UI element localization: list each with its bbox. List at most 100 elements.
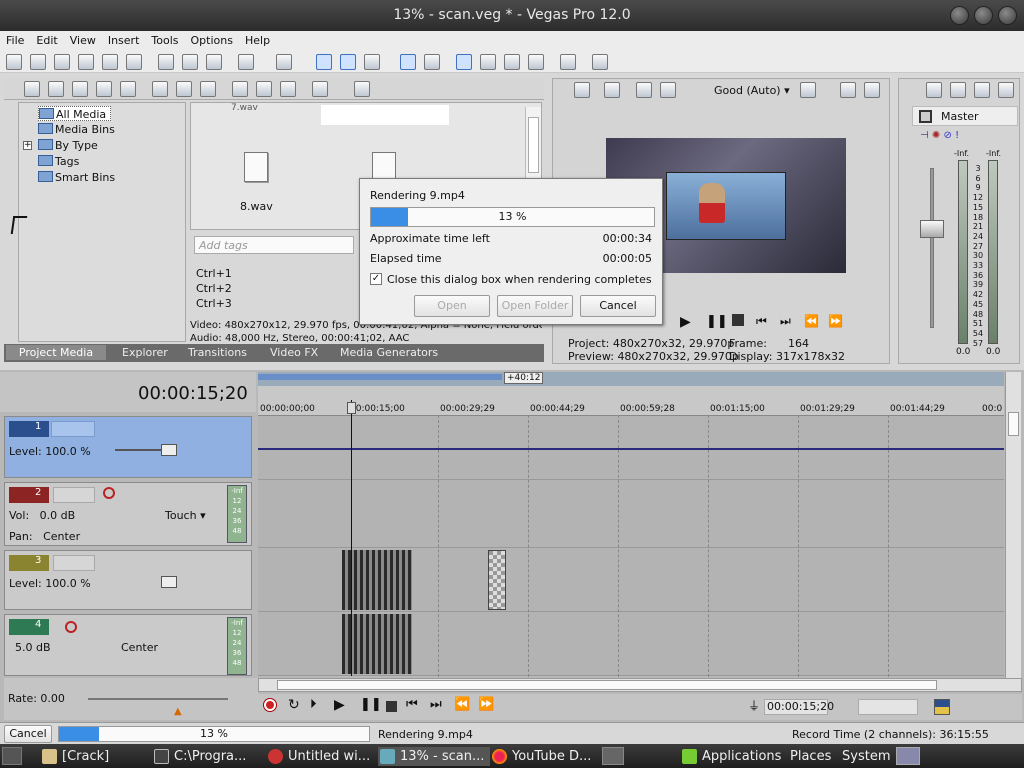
solo-icon[interactable]: !: [955, 130, 959, 141]
playhead-handle[interactable]: [347, 402, 356, 414]
search-icon[interactable]: [354, 81, 370, 97]
external-monitor-icon[interactable]: [604, 82, 620, 98]
import-media-icon[interactable]: [24, 81, 40, 97]
properties-icon[interactable]: [126, 54, 142, 70]
record-icon[interactable]: [264, 699, 276, 711]
tab-video-fx[interactable]: Video FX: [270, 345, 318, 360]
track-header-1[interactable]: 1 Level: 100.0 %: [4, 416, 252, 478]
track-name-field[interactable]: [53, 555, 95, 571]
copy-snapshot-icon[interactable]: [840, 82, 856, 98]
selection-length-field[interactable]: [858, 699, 918, 715]
whats-this-help-icon[interactable]: [592, 54, 608, 70]
track-name-field[interactable]: [53, 487, 95, 503]
tree-item-media-bins[interactable]: Media Bins: [38, 122, 115, 137]
paste-icon[interactable]: [206, 54, 222, 70]
tree-item-smart-bins[interactable]: Smart Bins: [38, 170, 115, 185]
stop-preview-icon[interactable]: [256, 81, 272, 97]
show-faders-icon[interactable]: [998, 82, 1014, 98]
taskbar-item-youtube[interactable]: YouTube D...: [490, 747, 591, 766]
dim-icon[interactable]: [974, 82, 990, 98]
play-icon[interactable]: ▶: [680, 314, 691, 330]
loop-region-bar[interactable]: +40:12: [258, 372, 1004, 386]
copy-icon[interactable]: [182, 54, 198, 70]
expand-icon[interactable]: +: [23, 141, 32, 150]
arm-record-icon[interactable]: [103, 487, 115, 499]
downmix-icon[interactable]: [950, 82, 966, 98]
play-preview-icon[interactable]: [232, 81, 248, 97]
taskbar-item-untitled[interactable]: Untitled wi...: [266, 747, 370, 766]
media-fx-icon[interactable]: [200, 81, 216, 97]
fx-icon[interactable]: ⊣: [920, 130, 929, 141]
microphone-icon[interactable]: ⏚: [748, 697, 760, 714]
taskbar-item-vegas[interactable]: 13% - scan...: [378, 747, 491, 766]
composite-level-envelope[interactable]: [258, 448, 1004, 450]
lock-icon[interactable]: [528, 54, 544, 70]
level-slider-handle[interactable]: [161, 444, 177, 456]
track-lane-video-1[interactable]: [258, 416, 1004, 480]
cut-icon[interactable]: [158, 54, 174, 70]
menu-edit[interactable]: Edit: [30, 31, 63, 51]
minimize-button[interactable]: [950, 6, 969, 25]
track-header-2[interactable]: 2 Vol: 0.0 dB Pan: Center Touch ▾ -Inf 12…: [4, 482, 252, 546]
play-icon[interactable]: ▶: [334, 697, 345, 713]
rate-slider[interactable]: [88, 698, 228, 700]
close-when-done-checkbox[interactable]: ✓: [370, 273, 382, 285]
tools-icon[interactable]: [560, 54, 576, 70]
envelope-tool-icon[interactable]: [340, 54, 356, 70]
tab-transitions[interactable]: Transitions: [188, 345, 247, 360]
track-lane-video-3[interactable]: [258, 548, 1004, 612]
remove-media-icon[interactable]: [152, 81, 168, 97]
video-event-selected[interactable]: [488, 550, 506, 610]
views-icon[interactable]: [312, 81, 328, 97]
enable-snapping-icon[interactable]: [456, 54, 472, 70]
open-button[interactable]: Open: [414, 295, 490, 317]
mute-icon[interactable]: ⊘: [943, 130, 951, 141]
track-lane-audio-2[interactable]: [258, 480, 1004, 548]
menu-view[interactable]: View: [64, 31, 102, 51]
prev-frame-icon[interactable]: ⏪: [454, 697, 470, 712]
pause-icon[interactable]: ❚❚: [706, 314, 728, 329]
overlays-icon[interactable]: [636, 82, 652, 98]
undo-icon[interactable]: [238, 54, 254, 70]
gear-icon[interactable]: ✺: [932, 130, 940, 141]
capture-video-icon[interactable]: [48, 81, 64, 97]
go-to-start-icon[interactable]: ⏮: [406, 697, 418, 712]
tree-item-all-media[interactable]: All Media: [38, 106, 112, 121]
lock-envelopes-icon[interactable]: [424, 54, 440, 70]
save-as-icon[interactable]: [78, 54, 94, 70]
loop-region[interactable]: [258, 374, 502, 380]
preview-properties-icon[interactable]: [574, 82, 590, 98]
normal-edit-tool-icon[interactable]: [316, 54, 332, 70]
audio-file-icon[interactable]: [244, 152, 268, 182]
search-media-icon[interactable]: [120, 81, 136, 97]
show-desktop-icon[interactable]: [2, 747, 22, 765]
tab-project-media[interactable]: Project Media: [6, 345, 106, 360]
save-snapshot-icon[interactable]: [864, 82, 880, 98]
tab-explorer[interactable]: Explorer: [122, 345, 168, 360]
save-icon[interactable]: [54, 54, 70, 70]
tray-icon[interactable]: [896, 747, 920, 765]
tree-item-by-type[interactable]: By Type: [38, 138, 98, 153]
redo-icon[interactable]: [276, 54, 292, 70]
loop-playback-icon[interactable]: ↻: [288, 697, 300, 713]
fast-forward-icon[interactable]: ⏩: [828, 314, 843, 328]
audio-event[interactable]: [342, 614, 412, 674]
menu-applications[interactable]: Applications: [680, 747, 781, 766]
cursor-time-field[interactable]: 00:00:15;20: [764, 699, 834, 715]
taskbar-window-icon[interactable]: [602, 747, 624, 765]
track-header-3[interactable]: 3 Level: 100.0 %: [4, 550, 252, 610]
taskbar-item-crack[interactable]: [Crack]: [40, 747, 109, 766]
menu-system[interactable]: System: [822, 747, 890, 766]
menu-tools[interactable]: Tools: [145, 31, 184, 51]
open-icon[interactable]: [30, 54, 46, 70]
media-thumbnail[interactable]: [321, 105, 449, 125]
track-header-4[interactable]: 4 5.0 dB Center -Inf 12 24 36 48: [4, 614, 252, 676]
maximize-button[interactable]: [974, 6, 993, 25]
stop-icon[interactable]: [732, 314, 744, 326]
taskbar-item-cmd[interactable]: C:\Progra...: [152, 747, 246, 766]
split-screen-icon[interactable]: [660, 82, 676, 98]
level-slider-handle[interactable]: [161, 576, 177, 588]
add-tags-input[interactable]: Add tags: [194, 236, 354, 254]
menu-file[interactable]: File: [0, 31, 30, 51]
auto-preview-icon[interactable]: [280, 81, 296, 97]
